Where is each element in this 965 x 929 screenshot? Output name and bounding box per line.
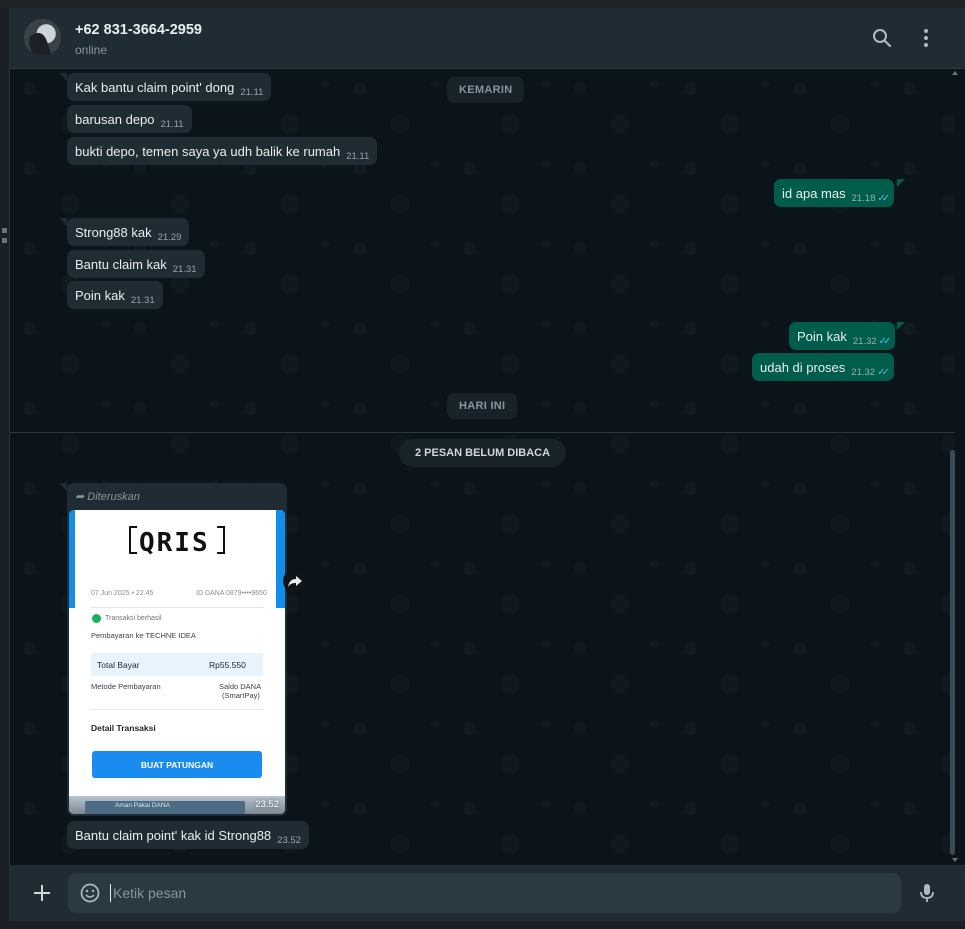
message-time: 21.32 [852,336,877,347]
message-bubble[interactable]: Bantu claim kak 21.31 [67,250,205,278]
forward-share-icon[interactable] [283,569,307,593]
unread-divider [10,432,955,433]
date-separator: KEMARIN [447,77,525,103]
message-text: Strong88 kak [75,225,152,240]
receipt-divider [91,709,263,710]
contact-status: online [75,43,108,57]
receipt-divider [91,607,263,608]
buat-patungan-button: BUAT PATUNGAN [92,751,262,778]
bubble-tail [897,179,905,187]
message-bubble[interactable]: bukti depo, temen saya ya udh balik ke r… [67,137,378,165]
plus-icon[interactable] [30,881,54,905]
detail-label: Detail Transaksi [91,723,156,733]
image-time: 23.52 [255,799,279,810]
menu-icon[interactable] [914,26,938,50]
message-bubble[interactable]: barusan depo 21.11 [67,105,192,133]
scroll-mark [2,228,7,233]
emoji-icon[interactable] [80,883,100,903]
qris-logo: QRIS [139,528,210,558]
forwarded-image-message[interactable]: ➦ Diteruskan QRIS 07 Jun 2025 • 22.45 ID… [67,483,287,816]
message-text: bukti depo, temen saya ya udh balik ke r… [75,144,341,159]
message-time: 21.31 [130,295,155,306]
bubble-tail [897,322,905,330]
forwarded-text: Diteruskan [87,491,140,503]
left-panel-edge [0,8,10,929]
message-input[interactable]: Ketik pesan [68,873,901,913]
window-top-edge [0,0,965,8]
receipt-accent [69,510,75,608]
receipt-id: ID DANA 0879••••9650 [196,590,267,597]
method-value-sub: (SmartPay) [222,691,260,700]
message-time: 21.32 [851,367,876,378]
message-bubble[interactable]: Kak bantu claim point' dong 21.11 [67,73,272,101]
message-text: Poin kak [75,288,125,303]
message-bubble[interactable]: Poin kak 21.31 [67,281,163,309]
message-bubble[interactable]: Poin kak 21.32 ✓✓ [789,322,896,350]
scrollbar-track[interactable] [955,69,965,865]
forwarded-label: ➦ Diteruskan [75,490,140,503]
message-text: Bantu claim kak [75,257,167,272]
message-bubble[interactable]: id apa mas 21.18 ✓✓ [774,179,895,207]
date-separator: HARI INI [447,393,518,419]
message-time: 21.11 [346,151,370,162]
receipt-accent [276,510,285,608]
total-label: Total Bayar [97,660,140,670]
success-check-icon [92,614,101,623]
total-value: Rp55.550 [209,660,246,670]
message-text: Kak bantu claim point' dong [75,80,235,95]
receipt-date: 07 Jun 2025 • 22.45 [91,590,154,597]
message-list[interactable]: KEMARIN Kak bantu claim point' dong 21.11… [10,69,955,865]
read-ticks-icon: ✓✓ [878,336,892,347]
scroll-down-arrow[interactable] [952,858,958,862]
forward-icon: ➦ [75,491,85,503]
scroll-mark [2,238,7,243]
whatsapp-window: +62 831-3664-2959 online KEMARIN Kak ban… [0,0,965,929]
message-text: barusan depo [75,112,155,127]
message-text: udah di proses [760,360,846,375]
text-cursor [110,884,111,902]
read-ticks-icon: ✓✓ [877,193,890,204]
message-text: id apa mas [782,186,846,201]
bubble-tail [59,218,67,226]
message-time: 23.52 [277,835,301,846]
bubble-tail [59,483,67,491]
message-composer: Ketik pesan [10,865,965,921]
receipt-footer: Aman Pakai DANA [69,796,285,814]
unread-count-badge: 2 PESAN BELUM DIBACA [399,439,567,467]
message-time: 21.11 [160,119,184,130]
message-time: 21.18 [851,193,876,204]
message-bubble[interactable]: Strong88 kak 21.29 [67,218,190,246]
search-icon[interactable] [870,26,894,50]
message-bubble[interactable]: udah di proses 21.32 ✓✓ [752,353,894,381]
qris-logo-bracket [129,526,137,554]
bubble-tail [59,73,67,81]
message-text: Bantu claim point' kak id Strong88 [75,828,272,843]
message-text: Poin kak [797,329,847,344]
contact-name[interactable]: +62 831-3664-2959 [75,22,202,38]
mic-icon[interactable] [915,881,939,905]
message-time: 21.31 [172,264,197,275]
receipt-image[interactable]: QRIS 07 Jun 2025 • 22.45 ID DANA 0879•••… [69,510,285,814]
receipt-total-row: Total Bayar Rp55.550 [91,653,263,676]
scroll-up-arrow[interactable] [952,71,958,75]
message-time: 21.29 [157,232,182,243]
message-time: 21.11 [240,87,264,98]
method-label: Metode Pembayaran [91,682,161,691]
window-bottom-edge [0,921,965,929]
input-placeholder: Ketik pesan [113,885,187,901]
qris-logo-bracket [217,526,225,554]
receipt-status: Transaksi berhasil [105,615,162,622]
chat-header[interactable]: +62 831-3664-2959 online [10,8,965,69]
receipt-footer-text: Aman Pakai DANA [115,802,170,809]
avatar[interactable] [24,19,61,56]
read-ticks-icon: ✓✓ [877,367,890,378]
scrollbar-thumb[interactable] [950,450,955,855]
message-bubble[interactable]: Bantu claim point' kak id Strong88 23.52 [67,821,309,849]
method-value: Saldo DANA [219,682,262,691]
receipt-payee: Pembayaran ke TECHNE IDEA [91,631,196,640]
